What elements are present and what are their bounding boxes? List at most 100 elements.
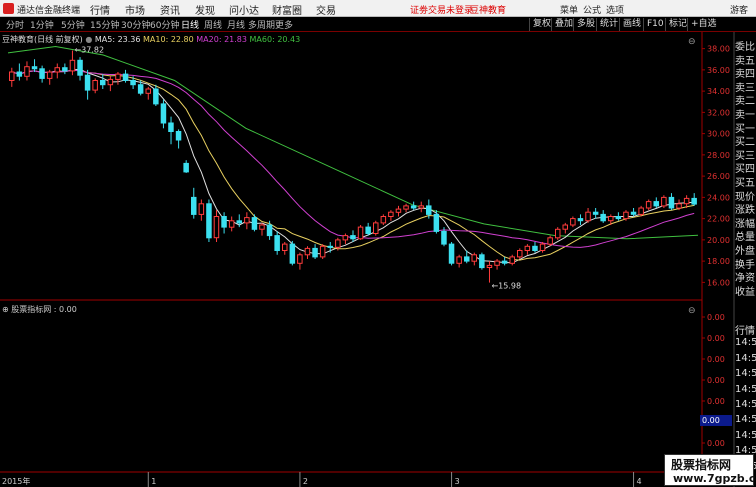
y-tick-label: 34.00	[707, 87, 730, 96]
candle-up	[304, 247, 311, 256]
candle-up	[342, 235, 349, 241]
candle-up	[107, 78, 114, 86]
candle-up	[373, 222, 379, 234]
y-tick-label: 28.00	[707, 151, 730, 160]
candle-down	[183, 162, 189, 173]
y-tick-label: 24.00	[707, 193, 730, 202]
candle-down	[39, 68, 45, 79]
menu-wealth[interactable]: 财富圈	[272, 2, 302, 17]
candle-up	[608, 216, 614, 222]
collapse-icon[interactable]: ⊖	[688, 37, 696, 47]
tf-60min[interactable]: 60分钟	[150, 18, 179, 31]
candle-down	[668, 196, 675, 209]
candle-down	[327, 245, 333, 248]
f10-button[interactable]: F10	[643, 18, 667, 31]
candle-down	[16, 71, 23, 77]
candle-up	[517, 250, 523, 258]
y-tick-label: 38.00	[707, 45, 730, 54]
y-tick-label: 22.00	[707, 215, 730, 224]
candle-down	[274, 235, 280, 252]
menu-assistant[interactable]: 问小达	[229, 2, 259, 17]
tf-daily[interactable]: 日线	[181, 18, 199, 31]
candle-up	[259, 224, 265, 230]
candle-up	[54, 67, 60, 73]
candle-down	[691, 197, 697, 205]
candle-up	[115, 73, 121, 80]
tf-1min[interactable]: 1分钟	[30, 18, 54, 31]
watermark: 股票指标网 www.7gpzb.com	[664, 454, 756, 486]
tick-time-label: 14:5	[735, 368, 756, 380]
candle-up	[335, 239, 341, 248]
candle-down	[410, 205, 417, 209]
y-tick-label: 32.00	[707, 108, 730, 117]
y-tick-label: 20.00	[707, 236, 730, 245]
add-watchlist-button[interactable]: +自选	[687, 18, 720, 31]
menu-quotes[interactable]: 行情	[90, 2, 110, 17]
candle-down	[100, 80, 106, 86]
tf-monthly[interactable]: 月线	[227, 18, 245, 31]
multi-stock-button[interactable]: 多股	[573, 18, 598, 31]
menu-trade[interactable]: 交易	[316, 2, 336, 17]
candle-down	[441, 230, 447, 245]
stock-name: 豆神教育(日线 前复权)	[2, 35, 83, 44]
candle-up	[555, 228, 561, 239]
candle-up	[570, 218, 576, 226]
menu-market[interactable]: 市场	[125, 2, 145, 17]
menu-formula[interactable]: 公式	[583, 3, 601, 16]
candle-down	[153, 88, 159, 105]
menu-options[interactable]: 选项	[606, 3, 624, 16]
tf-multi[interactable]: 多周期	[248, 18, 275, 31]
y-tick-label: 30.00	[707, 130, 730, 139]
watermark-title: 股票指标网	[671, 458, 732, 472]
candle-down	[175, 131, 182, 141]
candle-down	[168, 122, 174, 132]
tf-more[interactable]: 更多	[275, 18, 293, 31]
candle-up	[24, 66, 30, 77]
tick-time-label: 14:5	[735, 414, 756, 426]
login-notice[interactable]: 证劵交易未登录	[410, 3, 473, 16]
candle-up	[395, 208, 402, 213]
candle-up	[494, 260, 500, 266]
menu-main[interactable]: 菜单	[560, 3, 578, 16]
y-tick-label: 18.00	[707, 257, 730, 266]
tick-time-label: 14:5	[735, 383, 756, 395]
app-window: 通达信金融终端 行情 市场 资讯 发现 问小达 财富圈 交易 证劵交易未登录 豆…	[0, 0, 756, 487]
tf-weekly[interactable]: 周线	[204, 18, 222, 31]
indicator-legend: ⊕ 股票指标网 : 0.00	[2, 304, 77, 315]
menu-discover[interactable]: 发现	[195, 2, 215, 17]
candle-up	[228, 220, 235, 228]
tf-timeshare[interactable]: 分时	[6, 18, 24, 31]
menu-news[interactable]: 资讯	[160, 2, 180, 17]
candle-down	[77, 59, 83, 76]
user-label[interactable]: 游客	[730, 3, 748, 16]
ma20-label: MA20: 21.83	[196, 35, 247, 44]
candle-up	[509, 256, 515, 264]
tf-5min[interactable]: 5分钟	[61, 18, 85, 31]
candle-up	[661, 196, 667, 207]
ma60-label: MA60: 20.43	[249, 35, 301, 44]
candle-up	[69, 59, 76, 72]
month-label: 1	[151, 477, 156, 486]
candle-down	[62, 67, 68, 72]
candle-up	[539, 243, 546, 252]
stats-button[interactable]: 统计	[596, 18, 621, 31]
tf-15min[interactable]: 15分钟	[90, 18, 119, 31]
candle-down	[433, 213, 440, 232]
indicator-collapse-icon[interactable]: ⊖	[688, 306, 696, 316]
tf-30min[interactable]: 30分钟	[121, 18, 150, 31]
kline-chart[interactable]: 16.0018.0020.0022.0024.0026.0028.0030.00…	[0, 32, 756, 487]
candle-down	[236, 220, 242, 224]
chart-area[interactable]: 16.00 18.00 20.00 22.00 24.00 26.00 28.00 30.00…	[0, 32, 756, 487]
candle-up	[282, 243, 288, 252]
month-label: 4	[637, 477, 642, 486]
indicator-gear-icon[interactable]: ⊕	[2, 305, 11, 314]
draw-line-button[interactable]: 画线	[619, 18, 644, 31]
candle-up	[357, 226, 364, 240]
indicator-tick-label: 0.00	[707, 376, 725, 385]
candle-up	[683, 197, 690, 205]
candle-up	[638, 207, 644, 215]
tick-time-label: 14:5	[735, 352, 756, 364]
y-tick-label: 16.00	[707, 278, 730, 287]
candle-up	[388, 211, 394, 217]
brand-label: 豆神教育	[470, 6, 507, 16]
